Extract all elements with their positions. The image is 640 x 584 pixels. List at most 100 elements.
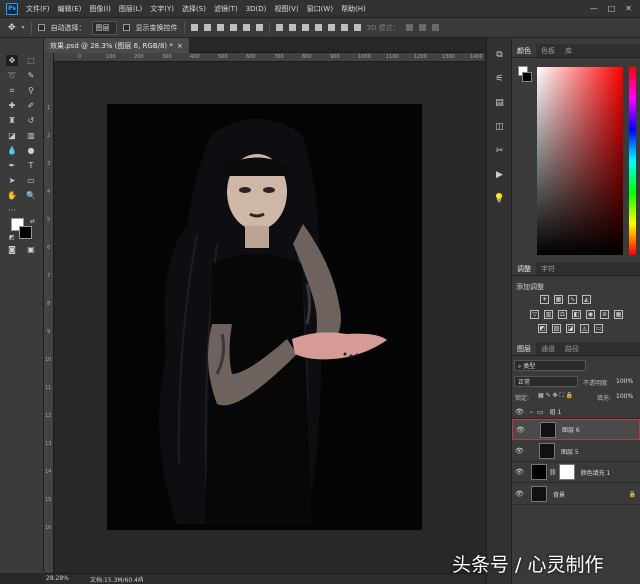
quick-select-tool-icon[interactable]: ✎ [25, 70, 37, 81]
align-vcenter-icon[interactable] [203, 24, 211, 31]
close-tab-icon[interactable]: × [177, 42, 183, 50]
tab-layers[interactable]: 图层 [512, 342, 536, 355]
eyedropper-tool-icon[interactable]: ⚲ [25, 85, 37, 96]
layer-row-selected[interactable]: 👁 图层 6 [512, 419, 640, 440]
channel-mixer-icon[interactable]: ⊛ [600, 310, 609, 319]
lasso-tool-icon[interactable]: ➰ [6, 70, 18, 81]
visibility-eye-icon[interactable]: 👁 [515, 447, 524, 455]
tab-color[interactable]: 颜色 [512, 44, 536, 57]
distribute-vcenter-icon[interactable] [288, 24, 296, 31]
actions-panel-icon[interactable]: ▶ [493, 168, 506, 181]
quick-mask-icon[interactable]: ◙ [6, 244, 18, 255]
dodge-tool-icon[interactable]: ● [25, 145, 37, 156]
tab-adjustments[interactable]: 调整 [512, 262, 536, 275]
3d-rotate-icon[interactable] [405, 24, 413, 31]
layer-row-group[interactable]: 👁 ⌄ ▭ 组 1 [512, 405, 640, 419]
auto-select-dropdown[interactable]: 图层 [91, 20, 117, 35]
layer-row[interactable]: 👁 ⛓ 颜色填充 1 [512, 462, 640, 483]
auto-select-checkbox[interactable] [37, 24, 45, 31]
distribute-right-icon[interactable] [340, 24, 348, 31]
fill-value[interactable]: 100% [616, 393, 633, 400]
minimize-button[interactable]: — [590, 4, 598, 13]
menu-filter[interactable]: 滤镜(T) [210, 4, 242, 14]
visibility-eye-icon[interactable]: 👁 [515, 490, 524, 498]
adjustments-shortcut-icon[interactable]: ◫ [493, 120, 506, 133]
path-select-tool-icon[interactable]: ➤ [6, 175, 18, 186]
tab-paths[interactable]: 路径 [560, 342, 584, 355]
distribute-hcenter-icon[interactable] [327, 24, 335, 31]
menu-edit[interactable]: 编辑(E) [54, 4, 86, 14]
rectangle-tool-icon[interactable]: ▭ [25, 175, 37, 186]
layer-row[interactable]: 👁 图层 5 [512, 441, 640, 462]
brightness-contrast-icon[interactable]: ☀ [540, 295, 549, 304]
curves-icon[interactable]: ∿ [568, 295, 577, 304]
info-panel-icon[interactable]: ▤ [493, 96, 506, 109]
history-brush-tool-icon[interactable]: ↺ [25, 115, 37, 126]
distribute-bottom-icon[interactable] [301, 24, 309, 31]
menu-file[interactable]: 文件(F) [22, 4, 54, 14]
levels-icon[interactable]: ▦ [554, 295, 563, 304]
swap-colors-icon[interactable]: ⇄ [30, 218, 35, 225]
hue-slider[interactable] [629, 67, 636, 255]
pen-tool-icon[interactable]: ✒ [6, 160, 18, 171]
distribute-top-icon[interactable] [275, 24, 283, 31]
document-tab[interactable]: 效果.psd @ 28.3% (图层 6, RGB/8) * × [44, 38, 189, 53]
status-menu-arrow-icon[interactable]: › [140, 574, 142, 581]
black-white-icon[interactable]: ◧ [572, 310, 581, 319]
tab-character[interactable]: 字符 [536, 262, 560, 275]
screen-mode-icon[interactable]: ▣ [25, 244, 37, 255]
visibility-eye-icon[interactable]: 👁 [515, 408, 524, 416]
more-tools-icon[interactable]: ··· [6, 205, 18, 216]
maximize-button[interactable]: □ [608, 4, 616, 13]
menu-help[interactable]: 帮助(H) [337, 4, 370, 14]
brush-tool-icon[interactable]: ✐ [25, 100, 37, 111]
invert-icon[interactable]: ◩ [538, 324, 547, 333]
properties-panel-icon[interactable]: ⚟ [493, 72, 506, 85]
selective-color-icon[interactable]: ◬ [580, 324, 589, 333]
eraser-tool-icon[interactable]: ◪ [6, 130, 18, 141]
layer-row-background[interactable]: 👁 背景 🔒 [512, 484, 640, 505]
gradient-map-icon[interactable]: ▭ [594, 324, 603, 333]
expand-chevron-icon[interactable]: ⌄ [529, 408, 534, 415]
move-tool-icon[interactable]: ✥ [6, 55, 18, 66]
hue-saturation-icon[interactable]: ▥ [544, 310, 553, 319]
menu-layer[interactable]: 图层(L) [115, 4, 146, 14]
menu-3d[interactable]: 3D(D) [242, 5, 271, 13]
align-bottom-icon[interactable] [216, 24, 224, 31]
lock-icons[interactable]: ▦ ✎ ✥ ⛶ 🔒 [538, 392, 573, 400]
visibility-eye-icon[interactable]: 👁 [515, 468, 524, 476]
type-tool-icon[interactable]: T [25, 160, 37, 171]
tool-preset-dropdown-icon[interactable]: ▾ [22, 24, 25, 31]
opacity-value[interactable]: 100% [616, 378, 633, 385]
menu-type[interactable]: 文字(Y) [146, 4, 178, 14]
color-panel-background-swatch[interactable] [522, 72, 532, 82]
layer-filter-dropdown[interactable]: ⌕ 类型 [514, 360, 586, 371]
document-image[interactable] [107, 104, 422, 530]
zoom-tool-icon[interactable]: 🔍 [25, 190, 37, 201]
align-hcenter-icon[interactable] [242, 24, 250, 31]
menu-select[interactable]: 选择(S) [178, 4, 210, 14]
clone-stamp-tool-icon[interactable]: ♜ [6, 115, 18, 126]
color-picker-field[interactable] [537, 67, 623, 255]
3d-roll-icon[interactable] [418, 24, 426, 31]
blur-tool-icon[interactable]: 💧 [6, 145, 18, 156]
menu-view[interactable]: 视图(V) [270, 4, 302, 14]
move-tool-icon[interactable]: ✥ [8, 23, 16, 33]
tab-swatches[interactable]: 色板 [536, 44, 560, 57]
3d-drag-icon[interactable] [431, 24, 439, 31]
tab-channels[interactable]: 通道 [536, 342, 560, 355]
color-lookup-icon[interactable]: ▦ [614, 310, 623, 319]
menu-image[interactable]: 图像(I) [85, 4, 115, 14]
auto-align-icon[interactable] [353, 24, 361, 31]
photo-filter-icon[interactable]: ◉ [586, 310, 595, 319]
threshold-icon[interactable]: ◪ [566, 324, 575, 333]
visibility-eye-icon[interactable]: 👁 [516, 426, 525, 434]
tools-preset-icon[interactable]: ✂ [493, 144, 506, 157]
default-colors-icon[interactable]: ◩ [9, 234, 15, 241]
gradient-tool-icon[interactable]: ▥ [25, 130, 37, 141]
distribute-left-icon[interactable] [314, 24, 322, 31]
close-window-button[interactable]: ✕ [625, 4, 632, 13]
tab-libraries[interactable]: 库 [560, 44, 577, 57]
crop-tool-icon[interactable]: ⌗ [6, 85, 18, 96]
zoom-level[interactable]: 28.28% [46, 575, 69, 582]
